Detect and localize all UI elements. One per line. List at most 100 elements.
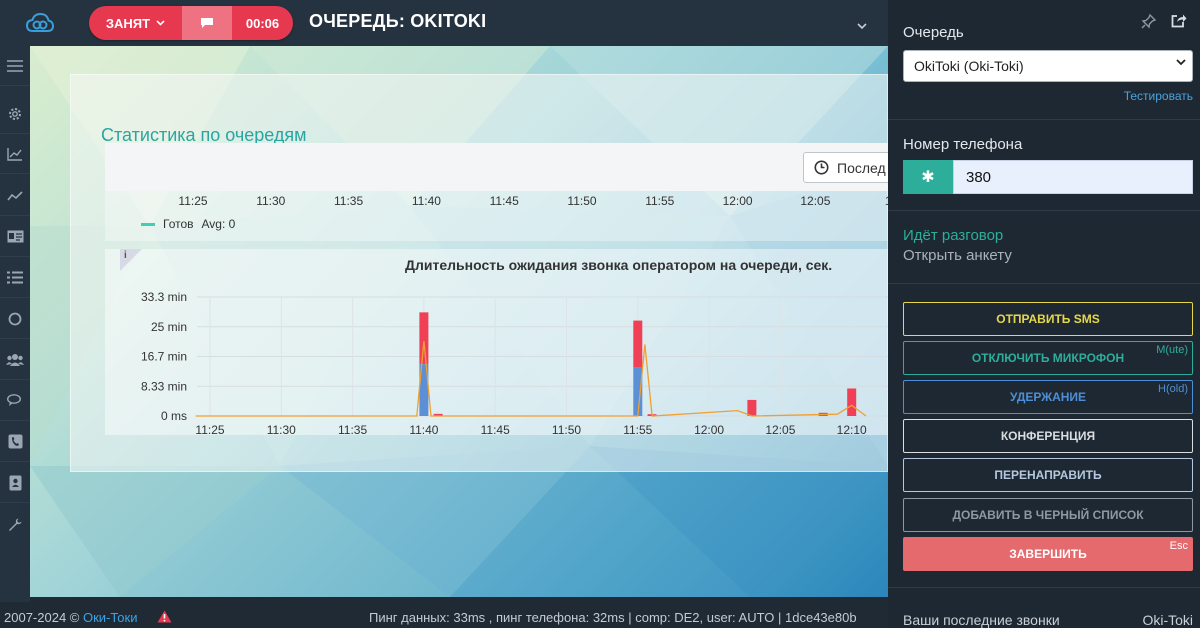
- chat-icon[interactable]: [0, 381, 30, 421]
- footer: 2007-2024 © Оки-Токи Пинг данных: 33ms ,…: [0, 602, 888, 628]
- export-icon[interactable]: [1171, 13, 1187, 28]
- status-dropdown-button[interactable]: ЗАНЯТ: [89, 6, 182, 40]
- queue-menu-chevron-icon[interactable]: [857, 19, 867, 33]
- x-tick-label: 11:25: [178, 194, 207, 208]
- users-icon[interactable]: [0, 340, 30, 380]
- x-tick-label: 11:35: [334, 194, 363, 208]
- divider: [888, 283, 1200, 284]
- mute-microphone-button[interactable]: ОТКЛЮЧИТЬ МИКРОФОН M(ute): [903, 341, 1193, 375]
- button-label: ОТКЛЮЧИТЬ МИКРОФОН: [971, 351, 1125, 365]
- chart-line-icon[interactable]: [0, 134, 30, 174]
- x-tick-label: 11:30: [267, 423, 296, 435]
- redirect-button[interactable]: ПЕРЕНАПРАВИТЬ: [903, 458, 1193, 492]
- chevron-down-icon: [1176, 59, 1186, 66]
- bar-red: [747, 399, 757, 416]
- status-label: ЗАНЯТ: [105, 15, 151, 31]
- y-tick-label: 16.7 min: [141, 350, 187, 364]
- period-button-label: Послед: [837, 159, 886, 176]
- phone-icon[interactable]: [0, 422, 30, 462]
- pin-icon[interactable]: [1141, 14, 1156, 29]
- wrench-icon[interactable]: [0, 504, 30, 544]
- button-hotkey: M(ute): [1156, 344, 1188, 356]
- conference-button[interactable]: КОНФЕРЕНЦИЯ: [903, 419, 1193, 453]
- clock-icon: [814, 160, 829, 175]
- x-tick-label: 11:30: [256, 194, 285, 208]
- company-link[interactable]: Оки-Токи: [83, 610, 138, 625]
- hold-button[interactable]: УДЕРЖАНИЕ H(old): [903, 380, 1193, 414]
- period-button[interactable]: Послед: [803, 152, 888, 183]
- agent-status-control[interactable]: ЗАНЯТ 00:06: [89, 6, 293, 40]
- test-link[interactable]: Тестировать: [1124, 89, 1193, 103]
- cloud-logo-icon[interactable]: [26, 12, 54, 34]
- x-tick-label: 11:55: [645, 194, 674, 208]
- list-icon[interactable]: [0, 258, 30, 298]
- copyright: 2007-2024 © Оки-Токи: [4, 610, 137, 625]
- chart-legend[interactable]: Готов Avg: 0: [141, 217, 235, 231]
- top-bar: ЗАНЯТ 00:06 ОЧЕРЕДЬ: OKITOKI: [0, 0, 888, 46]
- divider: [888, 210, 1200, 211]
- x-tick-label: 12:00: [694, 423, 724, 435]
- phone-label: Номер телефона: [903, 136, 1023, 153]
- right-panel: Очередь OkiToki (Oki-Toki) Тестировать Н…: [888, 0, 1200, 628]
- main-content: Статистика по очередям Послед 11:25 11:30…: [30, 46, 888, 597]
- x-tick-label: 11:45: [490, 194, 519, 208]
- chat-button[interactable]: [182, 6, 232, 40]
- blacklist-button[interactable]: ДОБАВИТЬ В ЧЕРНЫЙ СПИСОК: [903, 498, 1193, 532]
- recent-calls-label: Ваши последние звонки: [903, 612, 1060, 628]
- wait-duration-chart: i Длительность ожидания звонка операторо…: [105, 249, 888, 435]
- x-tick-label: 11:50: [552, 423, 581, 435]
- bar-red: [633, 320, 643, 368]
- bar-red: [419, 312, 429, 365]
- y-tick-label: 0 ms: [161, 409, 187, 423]
- button-label: ПЕРЕНАПРАВИТЬ: [994, 468, 1102, 482]
- x-tick-label: 11:55: [623, 423, 652, 435]
- ready-chart: 11:25 11:30 11:35 11:40 11:45 11:50 11:55 12:00…: [105, 191, 888, 241]
- trend-icon[interactable]: [0, 176, 30, 216]
- ping-info: Пинг данных: 33ms , пинг телефона: 32ms …: [369, 610, 857, 625]
- phone-input[interactable]: 380: [953, 160, 1193, 194]
- gear-icon[interactable]: [0, 94, 30, 134]
- recent-calls-brand: Oki-Toki: [1142, 612, 1193, 628]
- x-tick-label: 11:40: [412, 194, 441, 208]
- x-tick-label: 12:05: [765, 423, 795, 435]
- chart-plot: 33.3 min 25 min 16.7 min 8.33 min 0 ms 11:25 1…: [141, 290, 888, 435]
- chart-toolbar: Послед: [105, 143, 888, 191]
- left-navigation: [0, 46, 30, 602]
- menu-icon[interactable]: [0, 46, 30, 86]
- ready-chart-axis: 11:25 11:30 11:35 11:40 11:45 11:50 11:55 12:00…: [178, 194, 888, 208]
- x-tick-label: 12:10: [837, 423, 867, 435]
- legend-avg: Avg: 0: [201, 217, 236, 231]
- chevron-down-icon: [156, 20, 165, 26]
- warning-icon[interactable]: [157, 610, 172, 623]
- open-survey-link[interactable]: Открыть анкету: [903, 247, 1012, 264]
- button-label: КОНФЕРЕНЦИЯ: [1000, 429, 1096, 443]
- id-card-icon[interactable]: [0, 217, 30, 257]
- series-line: [195, 340, 867, 417]
- x-tick-label: 11:25: [195, 423, 224, 435]
- x-tick-label: 11:40: [409, 423, 438, 435]
- call-timer: 00:06: [232, 6, 293, 40]
- keypad-button[interactable]: ✱: [903, 160, 953, 194]
- send-sms-button[interactable]: ОТПРАВИТЬ SMS: [903, 302, 1193, 336]
- button-label: УДЕРЖАНИЕ: [1009, 390, 1087, 404]
- queue-select[interactable]: OkiToki (Oki-Toki): [903, 50, 1193, 82]
- copyright-text: 2007-2024 ©: [4, 610, 80, 625]
- legend-label: Готов: [163, 217, 194, 231]
- finish-label: ЗАВЕРШИТЬ: [1009, 547, 1087, 561]
- circle-icon[interactable]: [0, 299, 30, 339]
- legend-swatch: [141, 222, 155, 226]
- phone-field: ✱ 380: [903, 160, 1193, 194]
- button-hotkey: H(old): [1158, 383, 1188, 395]
- y-tick-label: 25 min: [151, 320, 187, 334]
- chat-bubble-icon: [201, 18, 213, 28]
- x-tick-label: 11:45: [481, 423, 510, 435]
- y-tick-label: 33.3 min: [141, 290, 187, 304]
- queue-label: Очередь: [903, 24, 964, 41]
- call-status: Идёт разговор: [903, 227, 1004, 244]
- bar-blue: [633, 367, 643, 416]
- button-label: ОТПРАВИТЬ SMS: [996, 312, 1100, 326]
- contacts-icon[interactable]: [0, 463, 30, 503]
- finish-call-button[interactable]: ЗАВЕРШИТЬ Esc: [903, 537, 1193, 571]
- queue-select-value: OkiToki (Oki-Toki): [914, 58, 1024, 74]
- x-tick-label: 12:05: [800, 194, 830, 208]
